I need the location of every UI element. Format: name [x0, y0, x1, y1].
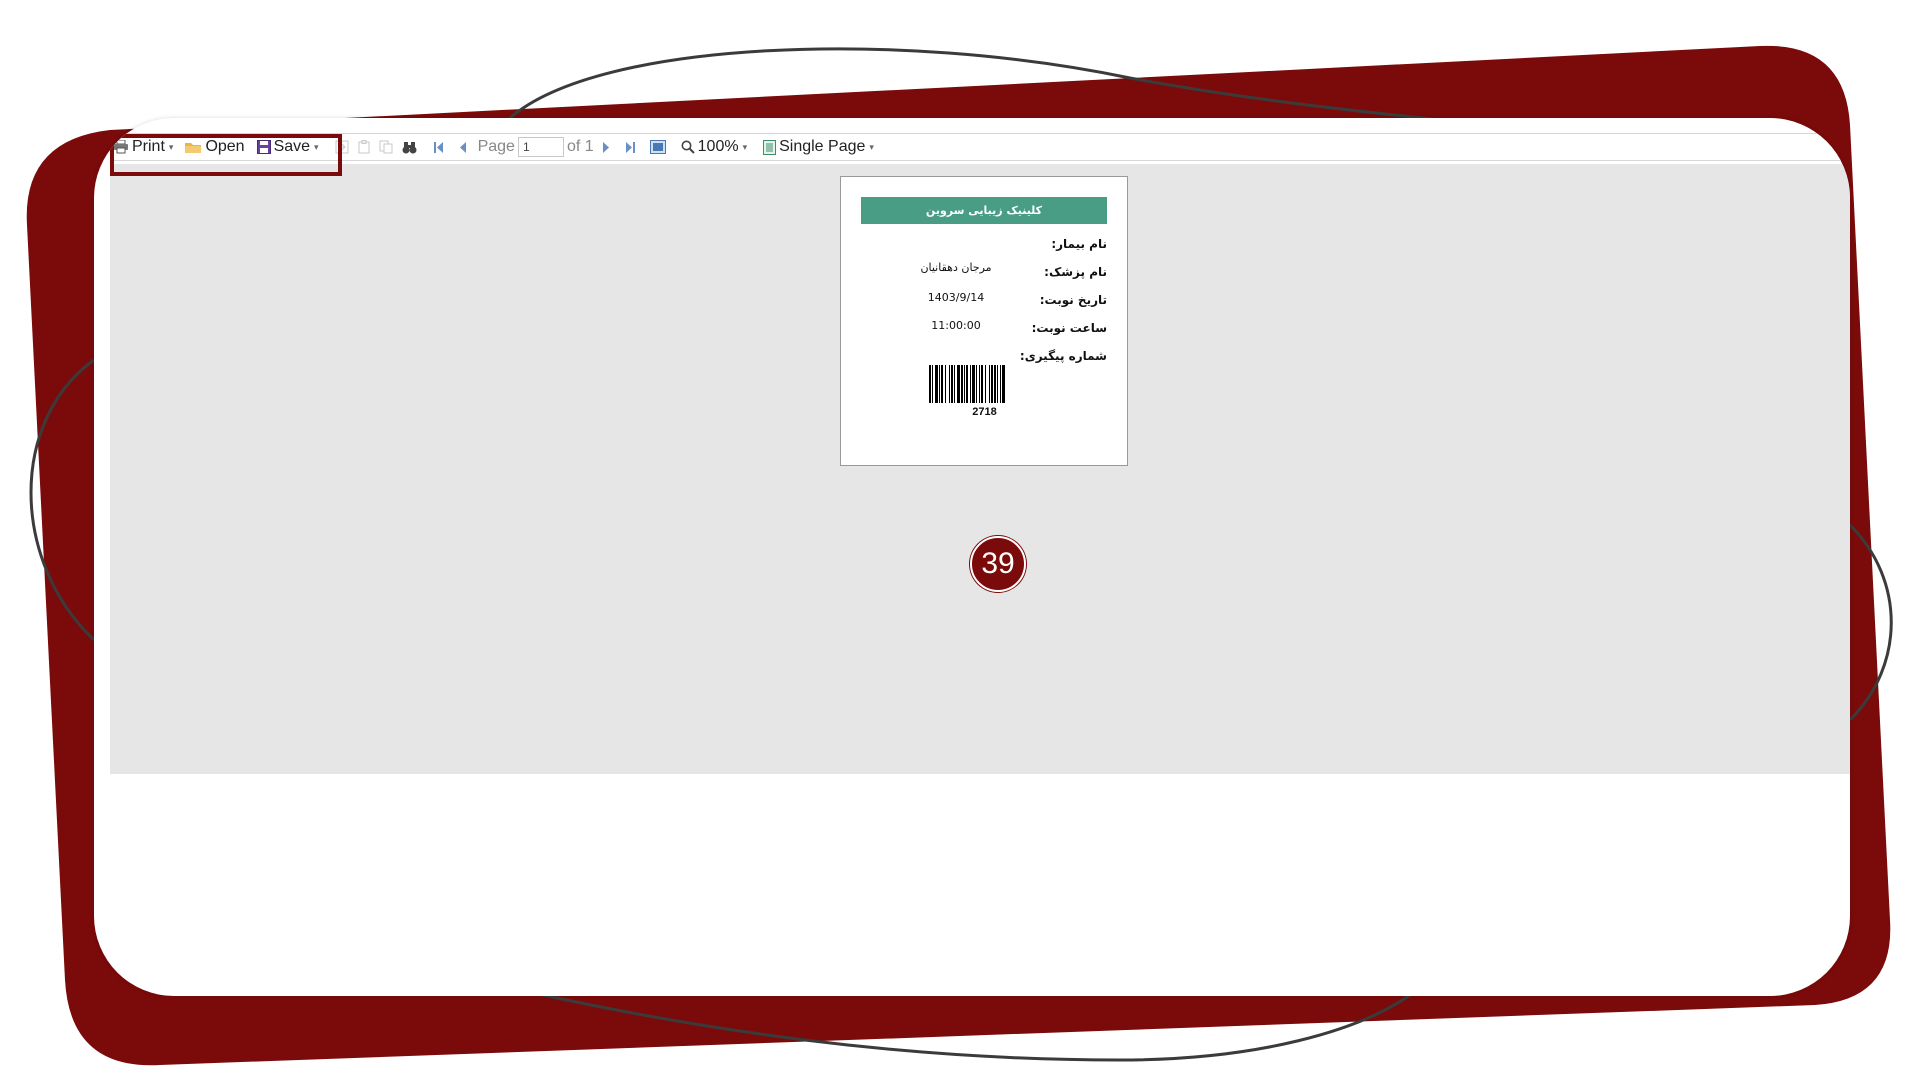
- open-label: Open: [205, 138, 245, 155]
- save-dropdown-caret-icon[interactable]: ▾: [314, 142, 319, 153]
- barcode-bar: [932, 365, 933, 403]
- barcode-bar: [949, 365, 950, 403]
- barcode-bar: [945, 365, 946, 403]
- magnifier-icon: [681, 140, 695, 154]
- clinic-title: کلینیک زیبایی سروین: [861, 197, 1107, 224]
- chevron-left-icon: [459, 141, 466, 153]
- full-screen-icon: [649, 140, 666, 154]
- print-label: Print: [132, 138, 165, 155]
- barcode-bar: [994, 365, 996, 403]
- barcode-bar: [989, 365, 990, 403]
- single-page-icon: [763, 139, 777, 155]
- previous-page-button[interactable]: [456, 134, 472, 160]
- full-screen-button[interactable]: [647, 134, 672, 160]
- step-number-badge: 39: [970, 536, 1026, 592]
- copy-icon: [379, 140, 393, 154]
- zoom-caret-icon: ▾: [742, 141, 748, 152]
- first-page-button[interactable]: [431, 134, 450, 160]
- appointment-time-label: ساعت نوبت:: [1031, 321, 1107, 335]
- barcode-bar: [985, 365, 986, 403]
- viewer-toolbar: Print ▾ Open Save ▾ Page 1 of 1 100% ▾ S…: [110, 133, 1850, 161]
- view-mode-dropdown[interactable]: Single Page ▾: [760, 134, 877, 160]
- last-page-icon: [625, 141, 635, 153]
- appointment-date-label: تاریخ نوبت:: [1039, 293, 1107, 307]
- floppy-disk-icon: [256, 140, 271, 154]
- barcode: [929, 365, 1005, 403]
- appointment-date-value: 1403/9/14: [927, 291, 985, 304]
- next-page-button[interactable]: [600, 134, 616, 160]
- clipboard-icon: [358, 140, 370, 154]
- zoom-level: 100%: [697, 138, 739, 155]
- report-preview-area: کلینیک زیبایی سروین نام بیمار: نام پزشک:…: [110, 164, 1850, 774]
- barcode-bar: [981, 365, 983, 403]
- printer-icon: [114, 140, 128, 154]
- barcode-bar: [979, 365, 980, 403]
- page-label: Page: [477, 138, 515, 155]
- export-button[interactable]: [332, 134, 355, 160]
- barcode-bar: [951, 365, 953, 403]
- folder-icon: [185, 142, 202, 153]
- barcode-bar: [954, 365, 955, 403]
- first-page-icon: [433, 141, 443, 153]
- barcode-bar: [929, 365, 931, 403]
- barcode-bar: [997, 365, 998, 403]
- barcode-bar: [966, 365, 968, 403]
- barcode-bar: [1000, 365, 1001, 403]
- open-button[interactable]: Open: [182, 134, 247, 160]
- report-viewer-window: Print ▾ Open Save ▾ Page 1 of 1 100% ▾ S…: [94, 118, 1850, 996]
- clipboard-button[interactable]: [355, 134, 376, 160]
- barcode-bar: [964, 365, 965, 403]
- save-label: Save: [273, 138, 311, 155]
- save-button[interactable]: Save ▾: [254, 134, 322, 160]
- copy-button[interactable]: [376, 134, 399, 160]
- page-number-input[interactable]: [517, 137, 564, 157]
- barcode-bar: [941, 365, 943, 403]
- page-count-label: of 1: [566, 138, 594, 155]
- barcode-bar: [976, 365, 977, 403]
- barcode-bar: [972, 365, 975, 403]
- barcode-bar: [957, 365, 960, 403]
- patient-name-label: نام بیمار:: [1051, 237, 1107, 251]
- report-page: کلینیک زیبایی سروین نام بیمار: نام پزشک:…: [840, 176, 1128, 466]
- barcode-bar: [939, 365, 940, 403]
- print-button[interactable]: Print ▾: [110, 134, 176, 160]
- zoom-dropdown[interactable]: 100% ▾: [678, 134, 750, 160]
- barcode-bar: [935, 365, 938, 403]
- view-mode-caret-icon: ▾: [869, 141, 874, 152]
- barcode-bar: [1002, 365, 1005, 403]
- doctor-name-label: نام پزشک:: [1044, 265, 1107, 279]
- last-page-button[interactable]: [622, 134, 641, 160]
- barcode-bar: [961, 365, 963, 403]
- chevron-right-icon: [602, 141, 609, 153]
- export-icon: [335, 140, 349, 154]
- barcode-bar: [991, 365, 993, 403]
- barcode-bar: [970, 365, 971, 403]
- binoculars-icon: [402, 141, 417, 153]
- view-mode-label: Single Page: [779, 138, 866, 155]
- tracking-number-label: شماره پیگیری:: [1019, 349, 1107, 363]
- print-dropdown-caret-icon[interactable]: ▾: [169, 142, 174, 153]
- find-button[interactable]: [399, 134, 423, 160]
- appointment-time-value: 11:00:00: [931, 319, 981, 332]
- barcode-number: 2718: [972, 406, 997, 418]
- doctor-name-value: مرجان دهقانیان: [920, 261, 992, 274]
